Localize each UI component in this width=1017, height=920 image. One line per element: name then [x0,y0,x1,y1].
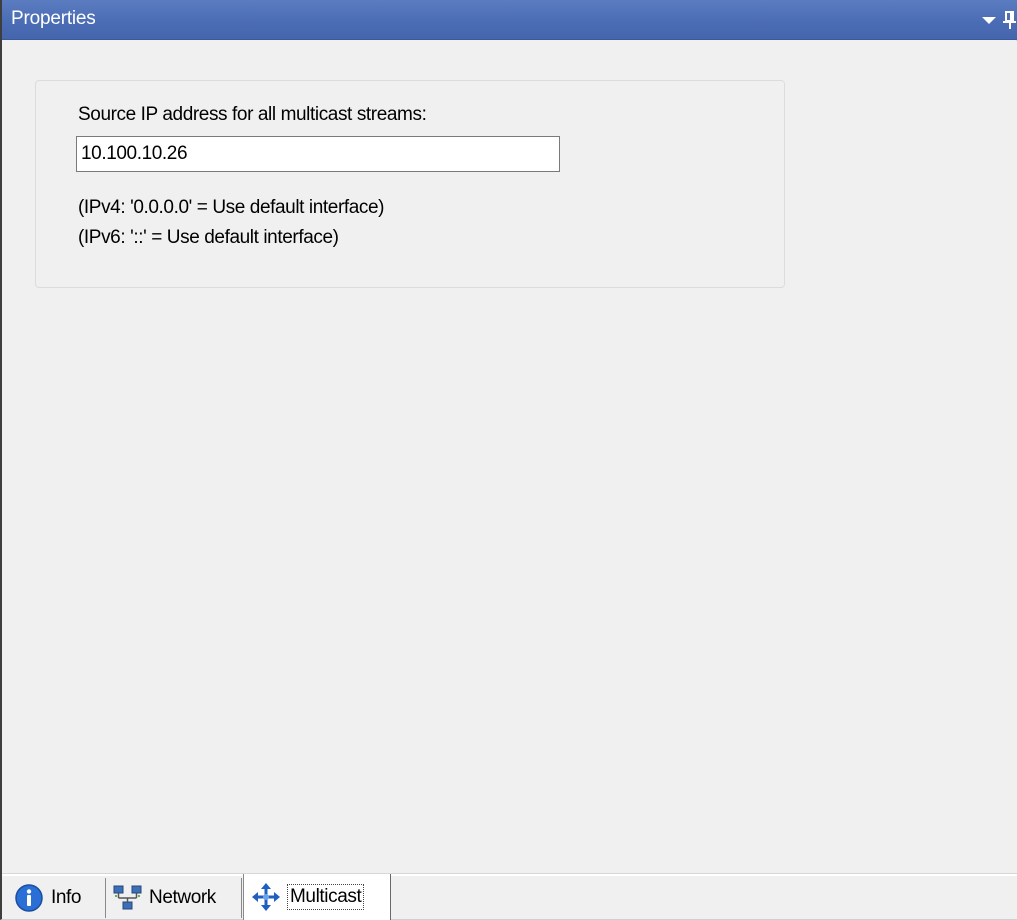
ipv6-hint: (IPv6: '::' = Use default interface) [78,227,339,248]
title-bar: Properties [2,0,1017,40]
tab-multicast-label: Multicast [287,884,365,910]
properties-window: Properties Source IP address for all mul… [0,0,1017,920]
tab-network[interactable]: Network [108,878,242,918]
multicast-icon [250,882,282,912]
info-icon [14,883,46,913]
source-ip-label: Source IP address for all multicast stre… [78,104,427,125]
tab-info[interactable]: Info [10,878,106,918]
tab-strip: Info Network Multicast [2,873,1017,920]
source-ip-input[interactable] [76,136,560,172]
tab-network-label: Network [149,887,216,908]
tab-strip-divider [2,874,1017,876]
network-icon [112,883,144,913]
dropdown-arrow-icon[interactable] [979,10,999,30]
pin-icon[interactable] [1003,9,1017,31]
tab-multicast[interactable]: Multicast [243,874,391,920]
tab-info-label: Info [51,887,82,908]
multicast-settings-group: Source IP address for all multicast stre… [35,80,785,288]
properties-content: Source IP address for all multicast stre… [2,41,1017,873]
window-title: Properties [11,8,96,29]
ipv4-hint: (IPv4: '0.0.0.0' = Use default interface… [78,197,385,218]
